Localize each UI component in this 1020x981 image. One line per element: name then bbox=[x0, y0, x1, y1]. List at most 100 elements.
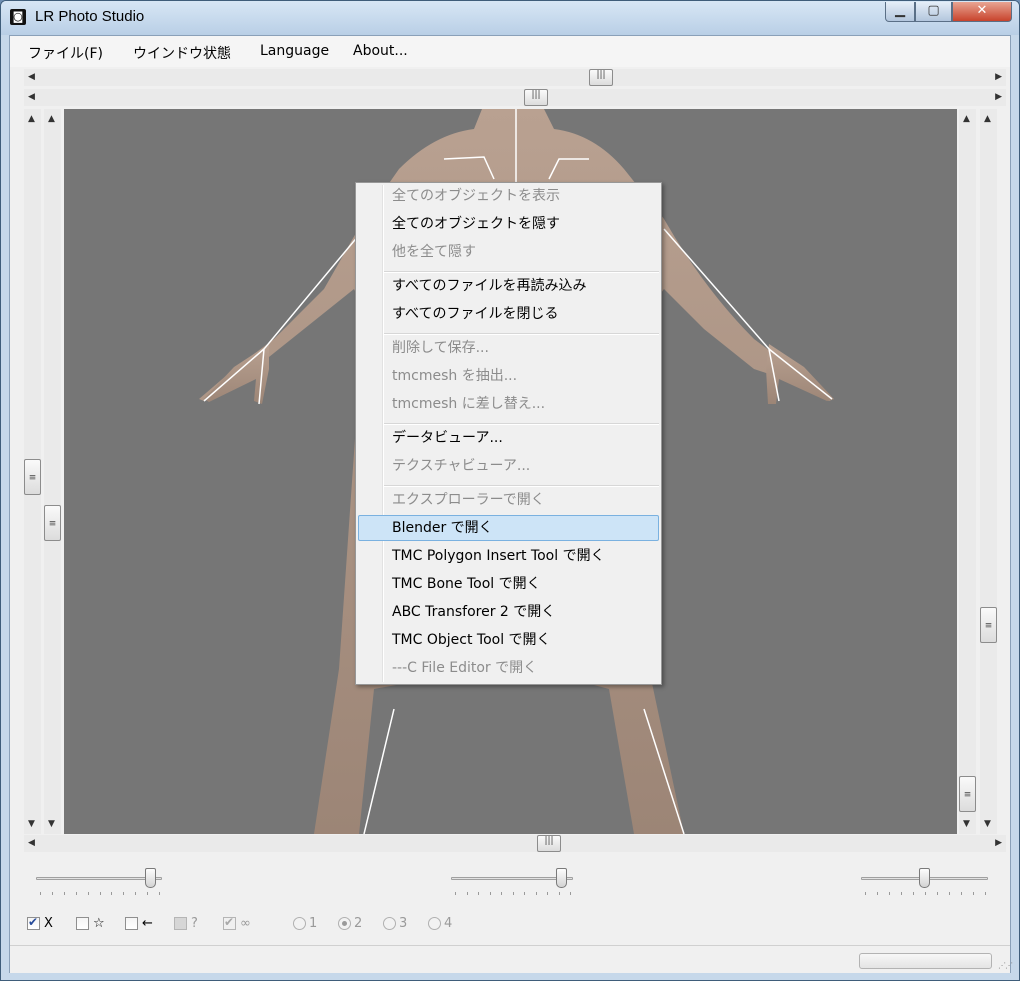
scroll-right-arrow-icon[interactable]: ▶ bbox=[995, 92, 1002, 102]
scroll-thumb[interactable]: ≡ bbox=[44, 505, 61, 541]
slider-thumb[interactable] bbox=[556, 868, 567, 888]
radio-label: 4 bbox=[444, 915, 453, 931]
title-bar[interactable]: ◙ LR Photo Studio ▁ ▢ ✕ bbox=[1, 1, 1019, 35]
vertical-scrollbar-inner-right[interactable]: ▲ ▼ ≡ bbox=[959, 109, 976, 834]
menu-item-open-in-blender[interactable]: Blender で開く bbox=[358, 515, 659, 541]
menu-item-extract-tmcmesh[interactable]: tmcmesh を抽出... bbox=[358, 363, 659, 389]
scroll-left-arrow-icon[interactable]: ◀ bbox=[28, 92, 35, 102]
checkbox-label: X bbox=[44, 915, 53, 931]
scroll-thumb[interactable]: ≡ bbox=[959, 776, 976, 812]
menu-about[interactable]: About... bbox=[353, 43, 408, 59]
menu-item-show-all-objects[interactable]: 全てのオブジェクトを表示 bbox=[358, 183, 659, 209]
checkbox-box[interactable] bbox=[27, 915, 40, 930]
slider-center[interactable] bbox=[451, 868, 573, 908]
arrow-left-icon: ← bbox=[142, 915, 153, 931]
slider-ticks bbox=[865, 892, 986, 895]
scroll-up-arrow-icon[interactable]: ▲ bbox=[48, 114, 55, 124]
radio-3[interactable]: 3 bbox=[383, 914, 407, 932]
scroll-down-arrow-icon[interactable]: ▼ bbox=[28, 819, 35, 829]
checkbox-label: ? bbox=[191, 915, 198, 931]
radio-label: 2 bbox=[354, 915, 363, 931]
vertical-scrollbar-inner-left[interactable]: ▲ ▼ ≡ bbox=[44, 109, 61, 834]
context-menu: 全てのオブジェクトを表示 全てのオブジェクトを隠す 他を全て隠す すべてのファイ… bbox=[355, 182, 662, 685]
menu-item-reload-all-files[interactable]: すべてのファイルを再読み込み bbox=[358, 273, 659, 299]
radio-4[interactable]: 4 bbox=[428, 914, 452, 932]
checkbox-box[interactable] bbox=[174, 916, 187, 930]
checkbox-star[interactable]: ☆ bbox=[76, 914, 105, 932]
main-window: ◙ LR Photo Studio ▁ ▢ ✕ ファイル(F) ウインドウ状態 … bbox=[0, 0, 1020, 981]
checkbox-question[interactable]: ? bbox=[174, 914, 198, 932]
close-button[interactable]: ✕ bbox=[952, 2, 1012, 22]
scroll-down-arrow-icon[interactable]: ▼ bbox=[963, 819, 970, 829]
scroll-right-arrow-icon[interactable]: ▶ bbox=[995, 72, 1002, 82]
status-bar: ⋰⋰ bbox=[10, 945, 1013, 973]
checkbox-x[interactable]: X bbox=[27, 914, 53, 932]
menu-item-open-in-explorer[interactable]: エクスプローラーで開く bbox=[358, 487, 659, 513]
checkbox-infinity[interactable]: ∞ bbox=[223, 914, 251, 932]
vertical-scrollbar-outer-left[interactable]: ▲ ▼ ≡ bbox=[24, 109, 41, 834]
camera-icon[interactable]: ◙ bbox=[10, 9, 26, 25]
vertical-scrollbar-outer-right[interactable]: ▲ ▼ ≡ bbox=[980, 109, 997, 834]
menu-window-state[interactable]: ウインドウ状態 bbox=[133, 43, 231, 63]
scroll-thumb[interactable]: ||| bbox=[537, 835, 561, 852]
menu-item-texture-viewer[interactable]: テクスチャビューア... bbox=[358, 453, 659, 479]
checkbox-box[interactable] bbox=[76, 916, 89, 930]
menu-file[interactable]: ファイル(F) bbox=[28, 43, 103, 63]
scroll-thumb[interactable]: ||| bbox=[589, 69, 613, 86]
horizontal-scrollbar-inner[interactable]: ◀ ▶ ||| bbox=[24, 89, 1006, 106]
radio-label: 1 bbox=[309, 915, 318, 931]
menu-item-open-c-file-editor[interactable]: ---C File Editor で開く bbox=[358, 655, 659, 681]
radio-circle[interactable] bbox=[428, 916, 441, 930]
minimize-button[interactable]: ▁ bbox=[885, 2, 915, 22]
maximize-button[interactable]: ▢ bbox=[915, 2, 952, 22]
slider-ticks bbox=[455, 892, 571, 895]
menu-item-open-object-tool[interactable]: TMC Object Tool で開く bbox=[358, 627, 659, 653]
slider-thumb[interactable] bbox=[145, 868, 156, 888]
menu-item-close-all-files[interactable]: すべてのファイルを閉じる bbox=[358, 301, 659, 327]
scroll-up-arrow-icon[interactable]: ▲ bbox=[28, 114, 35, 124]
scroll-up-arrow-icon[interactable]: ▲ bbox=[963, 114, 970, 124]
menu-item-data-viewer[interactable]: データビューア... bbox=[358, 425, 659, 451]
radio-circle[interactable] bbox=[383, 916, 396, 930]
progress-bar bbox=[859, 953, 992, 969]
menu-item-replace-tmcmesh[interactable]: tmcmesh に差し替え... bbox=[358, 391, 659, 417]
checkbox-arrow[interactable]: ← bbox=[125, 914, 153, 932]
star-icon: ☆ bbox=[93, 915, 105, 931]
window-title: LR Photo Studio bbox=[35, 8, 145, 25]
horizontal-scrollbar-bottom[interactable]: ◀ ▶ ||| bbox=[24, 835, 1006, 852]
slider-track bbox=[451, 877, 573, 880]
menu-item-open-bone-tool[interactable]: TMC Bone Tool で開く bbox=[358, 571, 659, 597]
menu-item-open-abc-transforer[interactable]: ABC Transforer 2 で開く bbox=[358, 599, 659, 625]
menu-item-hide-all-objects[interactable]: 全てのオブジェクトを隠す bbox=[358, 211, 659, 237]
radio-circle[interactable] bbox=[293, 916, 306, 930]
scroll-left-arrow-icon[interactable]: ◀ bbox=[28, 72, 35, 82]
slider-track bbox=[36, 877, 162, 880]
scroll-down-arrow-icon[interactable]: ▼ bbox=[984, 819, 991, 829]
menu-item-hide-others[interactable]: 他を全て隠す bbox=[358, 239, 659, 265]
radio-1[interactable]: 1 bbox=[293, 914, 317, 932]
scroll-thumb[interactable]: ≡ bbox=[24, 459, 41, 495]
resize-grip-icon[interactable]: ⋰⋰ bbox=[998, 961, 1013, 970]
menu-language[interactable]: Language bbox=[260, 43, 329, 59]
checkbox-box[interactable] bbox=[223, 915, 236, 930]
slider-thumb[interactable] bbox=[919, 868, 930, 888]
checkbox-box[interactable] bbox=[125, 916, 138, 930]
client-area: ファイル(F) ウインドウ状態 Language About... ◀ ▶ ||… bbox=[9, 35, 1013, 973]
scroll-thumb[interactable]: ||| bbox=[524, 89, 548, 106]
slider-left[interactable] bbox=[36, 868, 162, 908]
radio-2[interactable]: 2 bbox=[338, 914, 362, 932]
menu-item-open-polygon-insert-tool[interactable]: TMC Polygon Insert Tool で開く bbox=[358, 543, 659, 569]
horizontal-scrollbar-outer[interactable]: ◀ ▶ ||| bbox=[24, 69, 1006, 86]
scroll-down-arrow-icon[interactable]: ▼ bbox=[48, 819, 55, 829]
scroll-thumb[interactable]: ≡ bbox=[980, 607, 997, 643]
infinity-icon: ∞ bbox=[240, 915, 251, 931]
radio-circle[interactable] bbox=[338, 916, 351, 930]
menu-item-delete-and-save[interactable]: 削除して保存... bbox=[358, 335, 659, 361]
scroll-up-arrow-icon[interactable]: ▲ bbox=[984, 114, 991, 124]
slider-ticks bbox=[40, 892, 160, 895]
menu-bar: ファイル(F) ウインドウ状態 Language About... bbox=[10, 36, 1010, 67]
scroll-left-arrow-icon[interactable]: ◀ bbox=[28, 838, 35, 848]
scroll-right-arrow-icon[interactable]: ▶ bbox=[995, 838, 1002, 848]
slider-right[interactable] bbox=[861, 868, 988, 908]
radio-label: 3 bbox=[399, 915, 408, 931]
